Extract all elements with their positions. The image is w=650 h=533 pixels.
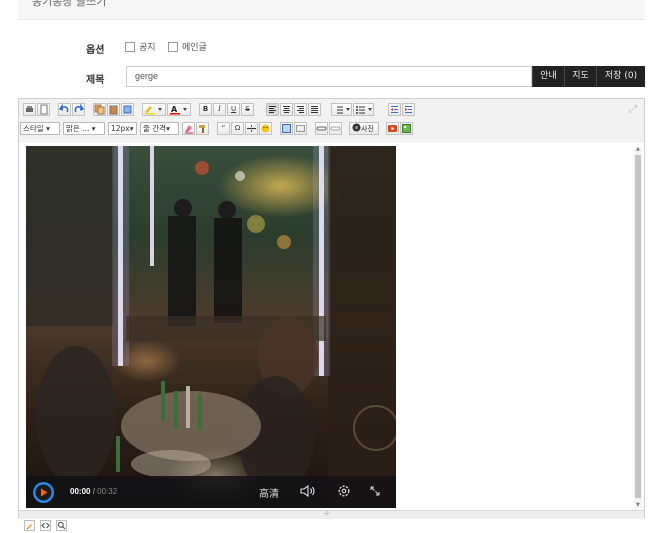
volume-icon[interactable] [299, 484, 317, 501]
align-justify-icon[interactable] [308, 103, 321, 116]
notice-checkbox[interactable] [125, 41, 135, 52]
duration: 00:32 [97, 487, 118, 496]
page-header: 동기동창 글쓰기 [18, 0, 645, 20]
strikethrough-button[interactable]: S [241, 103, 254, 116]
italic-button[interactable]: I [213, 103, 226, 116]
font-color-icon[interactable]: A [167, 103, 191, 116]
align-right-icon[interactable] [294, 103, 307, 116]
new-document-icon[interactable] [37, 103, 50, 116]
main-post-checkbox[interactable] [167, 41, 178, 52]
options-group: 공지 메인글 [125, 40, 207, 53]
table-icon[interactable] [280, 122, 293, 135]
indent-icon[interactable] [402, 103, 415, 116]
undo-icon[interactable] [58, 103, 71, 116]
editor-scrollbar-thumb[interactable] [635, 155, 641, 498]
numbered-list-icon[interactable] [331, 103, 352, 116]
select-all-icon[interactable] [121, 103, 134, 116]
magnifier-icon [57, 521, 66, 530]
video-frame-image [26, 146, 396, 508]
options-label: 옵션 [86, 45, 105, 56]
subject-input[interactable]: gerge [126, 66, 532, 87]
paste-icon[interactable] [107, 103, 120, 116]
font-size-select[interactable]: 12px▾ [108, 122, 137, 135]
save-button[interactable]: 저장 (0) [596, 66, 645, 87]
preview-mode-button[interactable] [56, 520, 67, 531]
scroll-up-icon[interactable]: ▲ [636, 146, 640, 152]
textbox-icon[interactable] [294, 122, 307, 135]
guide-button[interactable]: 안내 [532, 66, 564, 87]
format-painter-icon[interactable] [196, 122, 209, 135]
font-size-select-label: 12px [111, 124, 130, 133]
blockquote-button[interactable]: “ [217, 122, 230, 135]
highlight-color-icon[interactable] [142, 103, 166, 116]
subject-label: 제목 [86, 75, 105, 86]
settings-gear-icon[interactable] [337, 484, 351, 501]
link-icon[interactable] [315, 122, 328, 135]
emoticon-icon[interactable] [259, 122, 272, 135]
time-display: 00:00 / 00:32 [70, 487, 117, 496]
main-post-checkbox-label: 메인글 [181, 43, 207, 53]
image-gallery-icon[interactable] [400, 122, 413, 135]
copy-icon[interactable] [93, 103, 106, 116]
photo-button-label: 사진 [361, 125, 374, 133]
outdent-icon[interactable] [388, 103, 401, 116]
svg-text:A: A [171, 105, 178, 114]
align-center-icon[interactable] [280, 103, 293, 116]
play-icon [35, 484, 52, 501]
font-select-label: 맑은 ... [66, 124, 90, 133]
video-icon[interactable] [386, 122, 399, 135]
style-select-label: 스타일 [23, 124, 44, 133]
bullet-list-icon[interactable] [353, 103, 374, 116]
map-button[interactable]: 지도 [564, 66, 596, 87]
editor-toolbar: A B I U S 스타일 ▾ 맑은 ... ▾ 12px▾ 줄 간격▾ “ Ω [19, 99, 644, 144]
expand-editor-icon[interactable]: ⤢ [629, 104, 637, 115]
font-select[interactable]: 맑은 ... ▾ [63, 122, 105, 135]
special-character-button[interactable]: Ω [231, 122, 244, 135]
redo-icon[interactable] [72, 103, 85, 116]
play-button[interactable] [33, 482, 54, 503]
current-time: 00:00 [70, 487, 91, 496]
align-left-icon[interactable] [266, 103, 279, 116]
horizontal-rule-icon[interactable] [245, 122, 258, 135]
fullscreen-icon[interactable] [368, 484, 382, 501]
scroll-down-icon[interactable]: ▼ [636, 502, 640, 508]
quality-button[interactable]: 高清 [259, 485, 279, 500]
line-height-select-label: 줄 간격 [143, 124, 167, 133]
edit-mode-button[interactable] [24, 520, 35, 531]
camera-icon [352, 123, 361, 132]
editor-resize-handle[interactable]: ÷ [19, 509, 644, 519]
remove-format-icon[interactable] [182, 122, 195, 135]
underline-button[interactable]: U [227, 103, 240, 116]
code-icon [41, 522, 50, 529]
video-controls: 00:00 / 00:32 高清 [26, 476, 396, 508]
notice-checkbox-label: 공지 [139, 43, 156, 53]
unlink-icon[interactable] [329, 122, 342, 135]
html-mode-button[interactable] [40, 520, 51, 531]
photo-button[interactable]: 사진 [349, 122, 379, 135]
page-title: 동기동창 글쓰기 [32, 0, 107, 8]
resize-grip-icon: ÷ [323, 509, 331, 519]
bold-button[interactable]: B [199, 103, 212, 116]
pencil-icon [26, 524, 32, 529]
print-icon[interactable] [23, 103, 36, 116]
line-height-select[interactable]: 줄 간격▾ [140, 122, 179, 135]
embedded-video[interactable] [26, 146, 396, 508]
style-select[interactable]: 스타일 ▾ [20, 122, 60, 135]
